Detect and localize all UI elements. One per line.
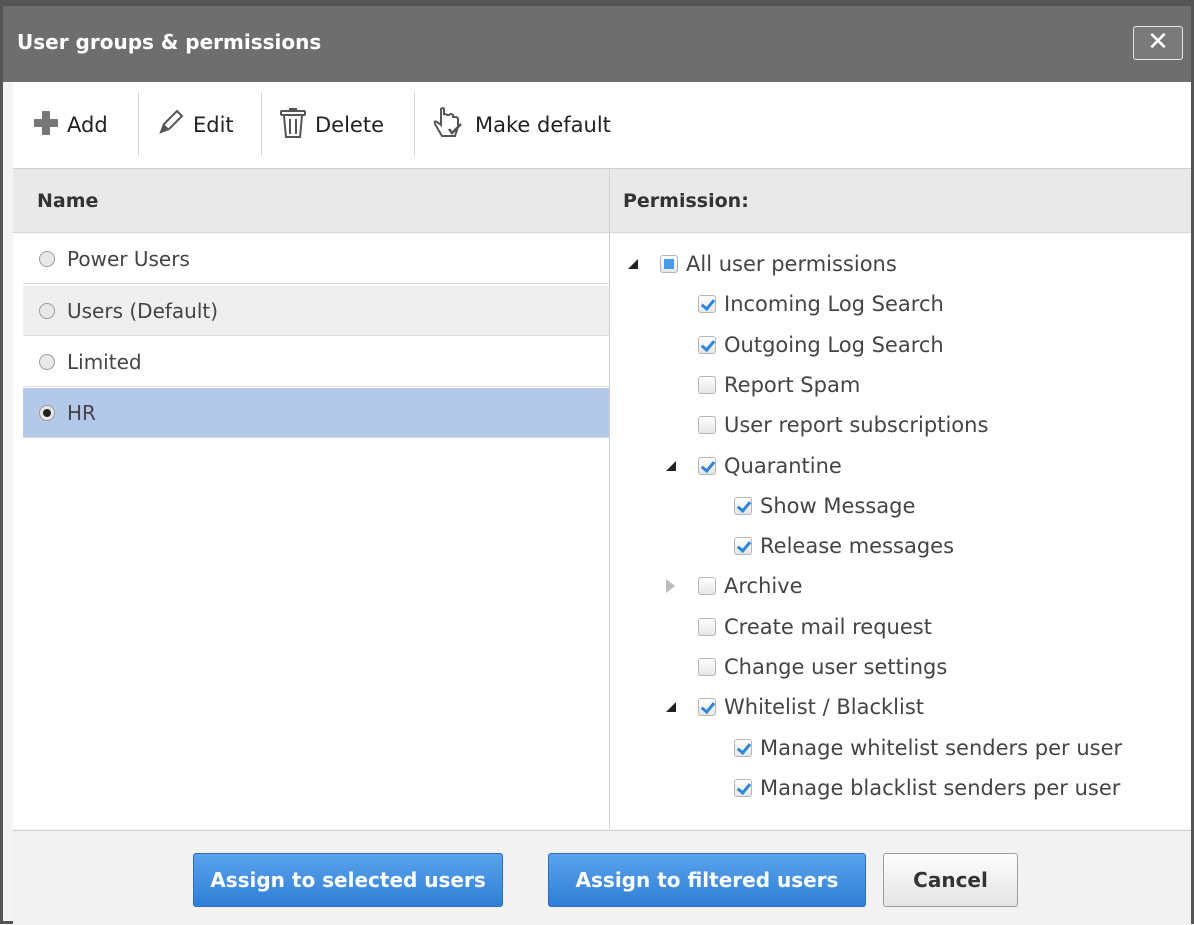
group-row[interactable]: Power Users bbox=[23, 234, 609, 284]
permission-item: Change user settings bbox=[698, 652, 947, 682]
name-column-header[interactable]: Name bbox=[13, 169, 609, 233]
permission-checkbox[interactable] bbox=[734, 537, 752, 556]
permission-label: Outgoing Log Search bbox=[724, 332, 944, 357]
group-label: HR bbox=[67, 400, 96, 425]
permission-label: Release messages bbox=[760, 534, 955, 559]
permission-item: Whitelist / Blacklist bbox=[698, 692, 924, 722]
group-radio[interactable] bbox=[39, 404, 55, 421]
permission-label: Manage whitelist senders per user bbox=[760, 735, 1123, 760]
groups-pane: Name Power Users Users (Default) Limited HR bbox=[13, 169, 610, 829]
edit-label: Edit bbox=[193, 113, 234, 137]
assign-filtered-users-button[interactable]: Assign to filtered users bbox=[548, 853, 866, 907]
close-button[interactable]: ✕ bbox=[1133, 26, 1183, 60]
trash-icon bbox=[279, 107, 307, 144]
permission-item: Outgoing Log Search bbox=[698, 330, 944, 360]
make-default-button[interactable]: Make default bbox=[431, 82, 611, 168]
permission-checkbox[interactable] bbox=[698, 375, 716, 394]
plus-icon bbox=[33, 110, 59, 141]
permission-item: All user permissions bbox=[660, 249, 897, 279]
permission-column-header: Permission: bbox=[610, 169, 1191, 233]
group-radio[interactable] bbox=[39, 250, 55, 267]
group-row[interactable]: HR bbox=[23, 388, 609, 438]
collapse-arrow-icon[interactable] bbox=[666, 702, 676, 713]
permission-checkbox[interactable] bbox=[698, 416, 716, 435]
permission-item: Incoming Log Search bbox=[698, 289, 944, 319]
permission-item: Archive bbox=[698, 571, 803, 601]
group-label: Limited bbox=[67, 349, 142, 374]
group-row[interactable]: Users (Default) bbox=[23, 286, 609, 336]
permission-label: Create mail request bbox=[724, 614, 932, 639]
permission-item: Release messages bbox=[734, 531, 954, 561]
toolbar-divider bbox=[138, 92, 139, 156]
group-label: Power Users bbox=[67, 246, 190, 271]
toolbar-divider bbox=[261, 92, 262, 156]
user-groups-dialog: User groups & permissions ✕ Add Edit Del… bbox=[0, 0, 1194, 925]
permission-checkbox[interactable] bbox=[734, 778, 752, 797]
delete-button[interactable]: Delete bbox=[279, 82, 384, 168]
permission-checkbox[interactable] bbox=[698, 617, 716, 636]
hand-pointer-icon bbox=[431, 105, 467, 146]
toolbar: Add Edit Delete Make default bbox=[13, 82, 1191, 169]
dialog-title: User groups & permissions bbox=[17, 30, 322, 54]
expand-arrow-icon[interactable] bbox=[666, 579, 675, 594]
permission-label: Whitelist / Blacklist bbox=[724, 695, 924, 720]
permission-checkbox[interactable] bbox=[734, 496, 752, 515]
delete-label: Delete bbox=[315, 113, 384, 137]
permission-label: All user permissions bbox=[686, 252, 897, 276]
make-default-label: Make default bbox=[475, 113, 611, 137]
toolbar-divider bbox=[414, 92, 415, 156]
permission-item: Show Message bbox=[734, 491, 915, 521]
group-row[interactable]: Limited bbox=[23, 337, 609, 387]
permission-label: Show Message bbox=[760, 493, 916, 518]
permission-checkbox[interactable] bbox=[698, 456, 716, 475]
permission-checkbox[interactable] bbox=[698, 577, 716, 596]
permission-item: User report subscriptions bbox=[698, 410, 988, 440]
permission-label: Quarantine bbox=[724, 453, 842, 478]
permission-item: Manage whitelist senders per user bbox=[734, 733, 1122, 763]
permission-item: Report Spam bbox=[698, 370, 860, 400]
permission-label: Archive bbox=[724, 574, 803, 599]
dialog-titlebar: User groups & permissions ✕ bbox=[3, 6, 1191, 82]
group-label: Users (Default) bbox=[67, 298, 219, 323]
permission-checkbox[interactable] bbox=[734, 738, 752, 757]
permission-label: Report Spam bbox=[724, 372, 861, 397]
cancel-button[interactable]: Cancel bbox=[883, 853, 1018, 907]
permission-checkbox[interactable] bbox=[660, 255, 678, 273]
group-radio[interactable] bbox=[39, 302, 55, 319]
permission-item: Manage blacklist senders per user bbox=[734, 773, 1120, 803]
add-label: Add bbox=[67, 113, 108, 137]
permission-label: Manage blacklist senders per user bbox=[760, 775, 1121, 800]
pencil-icon bbox=[155, 108, 185, 143]
add-button[interactable]: Add bbox=[33, 82, 108, 168]
permission-label: Incoming Log Search bbox=[724, 292, 944, 317]
permission-checkbox[interactable] bbox=[698, 295, 716, 314]
permission-item: Quarantine bbox=[698, 451, 842, 481]
permissions-pane: Permission: All user permissions Incoming… bbox=[610, 169, 1191, 829]
permission-checkbox[interactable] bbox=[698, 335, 716, 354]
assign-selected-users-button[interactable]: Assign to selected users bbox=[193, 853, 503, 907]
permission-item: Create mail request bbox=[698, 612, 932, 642]
edit-button[interactable]: Edit bbox=[155, 82, 234, 168]
permission-checkbox[interactable] bbox=[698, 658, 716, 676]
permission-label: User report subscriptions bbox=[724, 413, 989, 438]
group-radio[interactable] bbox=[39, 353, 55, 370]
collapse-arrow-icon[interactable] bbox=[628, 259, 638, 269]
dialog-footer: Assign to selected users Assign to filte… bbox=[13, 830, 1191, 925]
collapse-arrow-icon[interactable] bbox=[666, 460, 676, 471]
permission-checkbox[interactable] bbox=[698, 698, 716, 717]
permission-label: Change user settings bbox=[724, 655, 948, 679]
